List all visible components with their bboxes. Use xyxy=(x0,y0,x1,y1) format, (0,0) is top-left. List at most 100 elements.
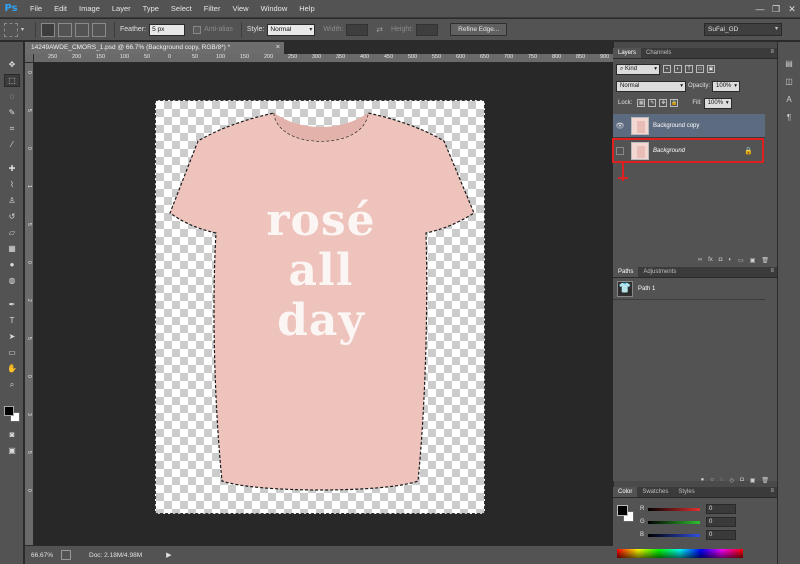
color-foreground-swatch[interactable] xyxy=(617,505,628,516)
new-group-icon[interactable]: ▭ xyxy=(738,257,744,264)
menu-select[interactable]: Select xyxy=(165,4,198,13)
healing-brush-tool-icon[interactable]: ✚ xyxy=(4,162,20,175)
lasso-tool-icon[interactable]: ◌ xyxy=(4,90,20,103)
delete-layer-icon[interactable]: 🗑 xyxy=(761,257,769,264)
quick-mask-icon[interactable]: ◙ xyxy=(4,428,20,441)
make-work-path-icon[interactable]: ◇ xyxy=(729,477,734,484)
canvas-area[interactable]: rosé all day xyxy=(34,63,613,545)
menu-image[interactable]: Image xyxy=(73,4,106,13)
preset-dropdown-icon[interactable]: ▾ xyxy=(21,26,24,33)
status-menu-arrow-icon[interactable]: ▶ xyxy=(166,551,171,559)
menu-edit[interactable]: Edit xyxy=(48,4,73,13)
document-tab[interactable]: 14249AWDE_CMORS_1.psd @ 66.7% (Backgroun… xyxy=(25,42,285,54)
rectangle-tool-icon[interactable]: ▭ xyxy=(4,346,20,359)
pixel-filter-icon[interactable]: ▪ xyxy=(663,65,671,73)
marquee-tool-preset-icon[interactable] xyxy=(4,22,18,37)
workspace-select[interactable]: SuFal_GD xyxy=(704,23,782,36)
tab-channels[interactable]: Channels xyxy=(641,48,676,58)
menu-type[interactable]: Type xyxy=(137,4,165,13)
lock-image-icon[interactable]: ✎ xyxy=(648,99,657,107)
load-selection-icon[interactable]: ◌ xyxy=(720,477,724,483)
restore-button[interactable]: ❐ xyxy=(768,0,784,18)
path-selection-tool-icon[interactable]: ➤ xyxy=(4,330,20,343)
delete-path-icon[interactable]: 🗑 xyxy=(761,477,769,484)
paths-panel-menu-icon[interactable]: ≡ xyxy=(770,268,774,274)
tab-layers[interactable]: Layers xyxy=(613,48,642,58)
document-canvas[interactable]: rosé all day xyxy=(155,100,485,514)
character-panel-icon[interactable]: A xyxy=(783,94,795,104)
zoom-level[interactable]: 66.67% xyxy=(31,552,61,559)
height-input[interactable] xyxy=(416,23,439,36)
quick-selection-tool-icon[interactable]: ✎ xyxy=(4,106,20,119)
ruler-corner[interactable] xyxy=(25,54,34,63)
green-value[interactable]: 0 xyxy=(706,517,736,527)
shape-filter-icon[interactable]: ▭ xyxy=(696,65,704,73)
horizontal-ruler[interactable]: 250 200 150 100 50 0 50 100 150 200 250 300 350 400 45… xyxy=(34,54,613,63)
new-path-icon[interactable]: ▣ xyxy=(750,477,756,484)
dodge-tool-icon[interactable]: ◍ xyxy=(4,274,20,287)
screen-mode-icon[interactable]: ▣ xyxy=(4,444,20,457)
tab-color[interactable]: Color xyxy=(613,487,638,497)
layer-kind-select[interactable]: ⌕ Kind xyxy=(616,63,660,75)
vertical-ruler[interactable]: 0 5 0 1 5 0 2 5 0 3 5 0 xyxy=(25,63,34,545)
eraser-tool-icon[interactable]: ▱ xyxy=(4,226,20,239)
adjustment-layer-icon[interactable]: ◐ xyxy=(728,257,732,263)
blue-slider[interactable] xyxy=(648,533,700,537)
gradient-tool-icon[interactable]: ▦ xyxy=(4,242,20,255)
tab-paths[interactable]: Paths xyxy=(613,267,639,277)
color-spectrum[interactable] xyxy=(617,549,743,558)
fill-path-icon[interactable]: ● xyxy=(701,477,705,483)
move-tool-icon[interactable]: ✥ xyxy=(4,58,20,71)
color-panel-menu-icon[interactable]: ≡ xyxy=(770,488,774,494)
menu-view[interactable]: View xyxy=(226,4,254,13)
crop-tool-icon[interactable]: ⌗ xyxy=(4,122,20,135)
smart-object-filter-icon[interactable]: ▣ xyxy=(707,65,715,73)
menu-help[interactable]: Help xyxy=(293,4,320,13)
red-value[interactable]: 0 xyxy=(706,504,736,514)
green-slider[interactable] xyxy=(648,520,700,524)
history-brush-tool-icon[interactable]: ↺ xyxy=(4,210,20,223)
stroke-path-icon[interactable]: ○ xyxy=(710,477,714,483)
zoom-tool-icon[interactable]: ⌕ xyxy=(4,378,20,391)
lock-all-icon[interactable]: 🔒 xyxy=(670,99,679,107)
path-row[interactable]: 👕 Path 1 xyxy=(613,278,765,300)
properties-panel-icon[interactable]: ◫ xyxy=(783,76,795,86)
menu-filter[interactable]: Filter xyxy=(198,4,227,13)
subtract-from-selection-icon[interactable] xyxy=(75,22,90,37)
layer-style-icon[interactable]: fx xyxy=(708,257,713,263)
layers-panel-menu-icon[interactable]: ≡ xyxy=(770,49,774,55)
opacity-input[interactable]: 100% xyxy=(712,80,741,92)
lock-position-icon[interactable]: ✥ xyxy=(659,99,668,107)
refine-edge-button[interactable]: Refine Edge... xyxy=(450,23,508,36)
layer-row-background-copy[interactable]: 👁 Background copy xyxy=(613,114,765,138)
eyedropper-tool-icon[interactable]: ⁄ xyxy=(4,138,20,151)
intersect-selection-icon[interactable] xyxy=(92,22,107,37)
eye-icon[interactable]: 👁 xyxy=(613,122,627,130)
hand-tool-icon[interactable]: ✋ xyxy=(4,362,20,375)
history-panel-icon[interactable]: ▤ xyxy=(783,58,795,68)
anti-alias-checkbox[interactable] xyxy=(193,25,202,34)
blue-value[interactable]: 0 xyxy=(706,530,736,540)
blur-tool-icon[interactable]: ● xyxy=(4,258,20,271)
link-layers-icon[interactable]: ∞ xyxy=(698,257,702,263)
tab-styles[interactable]: Styles xyxy=(673,487,699,497)
paragraph-panel-icon[interactable]: ¶ xyxy=(783,112,795,122)
blend-mode-select[interactable]: Normal xyxy=(616,80,686,92)
feather-input[interactable]: 5 px xyxy=(149,23,186,36)
new-selection-icon[interactable] xyxy=(41,22,56,37)
add-to-selection-icon[interactable] xyxy=(58,22,73,37)
width-input[interactable] xyxy=(346,23,369,36)
add-mask-path-icon[interactable]: ◘ xyxy=(740,477,744,483)
adjustment-filter-icon[interactable]: ◐ xyxy=(674,65,682,73)
lock-transparent-icon[interactable]: ▦ xyxy=(637,99,646,107)
type-filter-icon[interactable]: T xyxy=(685,65,693,73)
rectangular-marquee-tool-icon[interactable]: ⬚ xyxy=(4,74,20,87)
red-slider[interactable] xyxy=(648,507,700,511)
pen-tool-icon[interactable]: ✒ xyxy=(4,298,20,311)
menu-window[interactable]: Window xyxy=(255,4,294,13)
foreground-color-swatch[interactable] xyxy=(4,406,14,416)
tab-adjustments[interactable]: Adjustments xyxy=(638,267,681,277)
new-layer-icon[interactable]: ▣ xyxy=(750,257,756,264)
clone-stamp-tool-icon[interactable]: ♙ xyxy=(4,194,20,207)
tab-swatches[interactable]: Swatches xyxy=(637,487,673,497)
